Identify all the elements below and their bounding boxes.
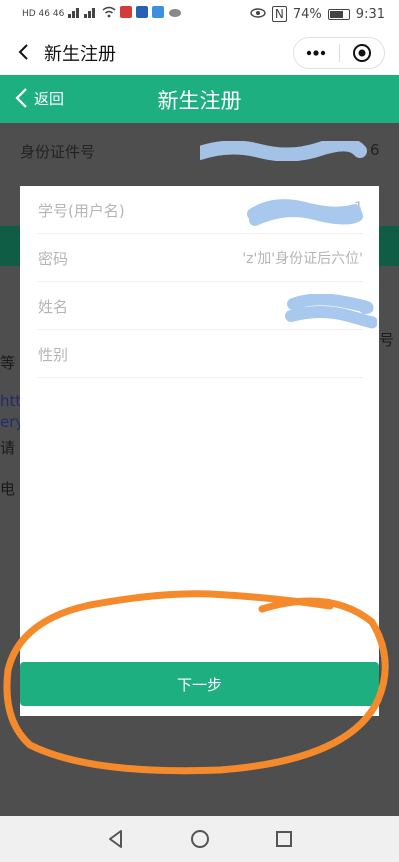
signal-icon	[68, 6, 98, 21]
bg-button-right	[379, 226, 399, 266]
field-gender[interactable]: 性别	[38, 330, 363, 378]
bg-button-left	[0, 226, 20, 266]
network-indicator: HD 46 46	[22, 8, 65, 19]
capsule-menu	[293, 37, 385, 69]
app-notification-icon-red	[120, 6, 133, 21]
redaction-scribble-name	[285, 294, 377, 329]
gender-label: 性别	[38, 346, 69, 364]
page-header: 返回 新生注册	[0, 75, 399, 123]
bg-fragment-qing: 请	[0, 439, 16, 457]
nav-back-icon[interactable]	[104, 827, 128, 851]
name-label: 姓名	[38, 298, 69, 316]
wifi-icon	[102, 6, 116, 21]
student-id-label: 学号(用户名)	[38, 202, 125, 220]
password-label: 密码	[38, 250, 69, 268]
app-notification-icon-blue	[136, 6, 149, 21]
nfc-icon: N	[271, 6, 287, 22]
field-password[interactable]: 密码 'z'加'身份证后六位'	[38, 234, 363, 282]
page-title: 新生注册	[44, 44, 116, 65]
nav-recents-icon[interactable]	[272, 827, 296, 851]
clock: 9:31	[355, 6, 385, 22]
status-bar: HD 46 46 N 74% 9:31	[0, 0, 399, 30]
battery-icon	[327, 8, 350, 20]
next-step-button[interactable]: 下一步	[20, 662, 379, 706]
redaction-scribble-student-id	[247, 199, 363, 226]
bg-fragment-deng: 等	[0, 354, 16, 372]
status-left: HD 46 46	[22, 6, 182, 21]
bg-fragment-dian: 电	[0, 480, 16, 498]
status-right: N 74% 9:31	[250, 6, 385, 22]
back-chevron-icon[interactable]	[12, 40, 36, 64]
bg-fragment-hao: 号	[379, 331, 395, 349]
registration-modal: 学号(用户名) 1 密码 'z'加'身份证后六位' 姓名 性别 下一步	[20, 186, 379, 716]
title-bar: 新生注册	[0, 30, 399, 75]
battery-percent: 74%	[292, 6, 322, 22]
bg-id-label: 身份证件号	[20, 143, 96, 161]
close-miniprogram-button[interactable]	[339, 43, 384, 63]
header-title: 新生注册	[157, 89, 242, 113]
eye-icon	[250, 7, 266, 22]
nav-home-icon[interactable]	[188, 827, 212, 851]
more-options-button[interactable]	[294, 50, 339, 56]
system-nav-bar	[0, 816, 399, 862]
cloud-icon	[168, 7, 182, 20]
bg-link-line1: htt	[0, 392, 22, 410]
app-notification-icon-lightblue	[152, 6, 165, 21]
password-hint: 'z'加'身份证后六位'	[242, 251, 363, 267]
